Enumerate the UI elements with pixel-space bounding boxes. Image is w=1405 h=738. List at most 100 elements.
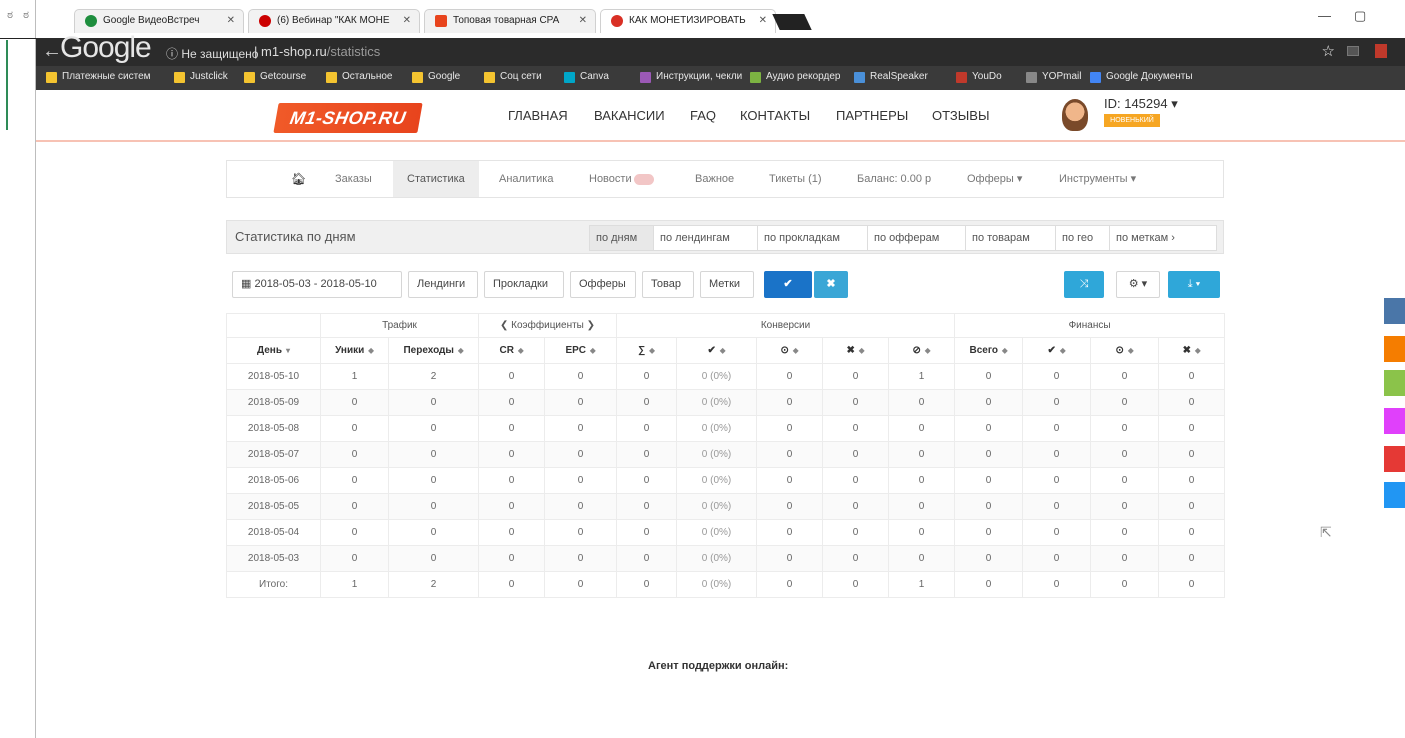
group-by-tags[interactable]: по меткам › — [1110, 226, 1216, 250]
download-dropdown[interactable]: ⤓ ▾ — [1168, 271, 1220, 298]
column-header[interactable]: День ▾ — [226, 337, 321, 364]
tab-orders[interactable]: Заказы — [335, 161, 372, 197]
restore-icon[interactable]: ▢ — [1354, 8, 1366, 24]
close-icon[interactable]: ✕ — [403, 10, 411, 32]
bookmark-item[interactable]: YOPmail — [1026, 71, 1081, 83]
group-by-offers[interactable]: по офферам — [868, 226, 966, 250]
close-icon[interactable]: ✕ — [227, 10, 235, 32]
minimize-icon[interactable]: — — [1318, 8, 1331, 23]
close-icon[interactable]: ✕ — [759, 10, 767, 32]
youtube-button[interactable] — [1384, 446, 1405, 472]
home-button[interactable]: 🏠︎ — [291, 161, 306, 197]
column-header[interactable]: Уники ⬥ — [320, 337, 389, 364]
bookmark-item[interactable]: Google Документы — [1090, 71, 1193, 83]
browser-tab[interactable]: Топовая товарная CPA ✕ — [424, 9, 596, 33]
bookmark-item[interactable]: Соц сети — [484, 71, 542, 83]
table-cell: 0 — [1022, 519, 1092, 546]
column-header[interactable]: ✖ ⬥ — [822, 337, 890, 364]
table-cell: 2 — [387, 571, 480, 598]
bookmark-item[interactable]: Google — [412, 71, 460, 83]
filter-prelandings-button[interactable]: Прокладки — [484, 271, 564, 298]
extension-icon[interactable] — [1347, 46, 1359, 56]
tab-balance[interactable]: Баланс: 0.00 р — [857, 161, 931, 197]
bookmark-item[interactable]: RealSpeaker — [854, 71, 928, 83]
column-header[interactable]: Всего ⬥ — [954, 337, 1024, 364]
security-status[interactable]: ⓘ Не защищено — [166, 45, 258, 62]
ok-button[interactable] — [1384, 336, 1405, 362]
table-row: 2018-05-10 1 2 0 0 0 0 (0%) 0 0 1 0 0 0 0 — [226, 363, 1226, 390]
column-header[interactable]: Переходы ⬥ — [387, 337, 480, 364]
shuffle-button[interactable]: ⤨ — [1064, 271, 1104, 298]
browser-tab[interactable]: (6) Вебинар "КАК МОНЕ ✕ — [248, 9, 420, 33]
bookmarks-bar: Платежные систем Justclick Getcourse Осталь… — [36, 66, 1405, 90]
tab-offers[interactable]: Офферы ▾ — [967, 161, 1022, 197]
column-header[interactable]: ✖ ⬥ — [1158, 337, 1226, 364]
settings-dropdown[interactable]: ⚙ ▾ — [1116, 271, 1160, 298]
filter-product-button[interactable]: Товар — [642, 271, 694, 298]
column-header[interactable]: ⊘ ⬥ — [888, 337, 956, 364]
nav-contacts[interactable]: КОНТАКТЫ — [740, 108, 810, 123]
nav-reviews[interactable]: ОТЗЫВЫ — [932, 108, 989, 123]
bookmark-item[interactable]: Остальное — [326, 71, 393, 83]
table-cell: 0 — [822, 389, 890, 416]
filter-tags-button[interactable]: Метки — [700, 271, 754, 298]
telegram-button[interactable] — [1384, 482, 1405, 508]
tab-tickets[interactable]: Тикеты (1) — [769, 161, 822, 197]
extension-icon-2[interactable] — [1375, 44, 1387, 58]
avatar[interactable] — [1062, 99, 1088, 131]
group-finance: Финансы — [954, 313, 1226, 338]
column-header[interactable]: ⊙ ⬥ — [756, 337, 824, 364]
bookmark-item[interactable]: Canva — [564, 71, 609, 83]
tab-news[interactable]: Новости — [589, 161, 654, 197]
table-cell: 0 (0%) — [676, 571, 758, 598]
vk-button[interactable] — [1384, 298, 1405, 324]
column-header[interactable]: ∑ ⬥ — [616, 337, 678, 364]
group-by-prelandings[interactable]: по прокладкам — [758, 226, 868, 250]
group-by-days[interactable]: по дням — [590, 226, 654, 250]
tab-statistics[interactable]: Статистика — [393, 161, 479, 197]
site-logo[interactable]: M1-SHOP.RU — [273, 103, 423, 133]
bookmark-item[interactable]: Justclick — [174, 71, 228, 83]
filter-landings-button[interactable]: Лендинги — [408, 271, 478, 298]
column-header[interactable]: ✔ ⬥ — [676, 337, 758, 364]
nav-partners[interactable]: ПАРТНЕРЫ — [836, 108, 908, 123]
tab-analytics[interactable]: Аналитика — [499, 161, 553, 197]
nav-home[interactable]: ГЛАВНАЯ — [508, 108, 568, 123]
tab-tools[interactable]: Инструменты ▾ — [1059, 161, 1136, 197]
nav-faq[interactable]: FAQ — [690, 108, 716, 123]
group-by-products[interactable]: по товарам — [966, 226, 1056, 250]
filter-offers-button[interactable]: Офферы — [570, 271, 636, 298]
browser-tab[interactable]: Google ВидеоВстреч ✕ — [74, 9, 244, 33]
new-tab-button[interactable] — [772, 14, 812, 30]
table-row: 2018-05-06 0 0 0 0 0 0 (0%) 0 0 0 0 0 0 0 — [226, 467, 1226, 494]
youtube-favicon-icon — [259, 15, 271, 27]
bookmark-star-icon[interactable]: ☆ — [1322, 42, 1335, 60]
user-id-menu[interactable]: ID: 145294 ▾ — [1104, 96, 1178, 112]
url-text[interactable]: | m1-shop.ru/statistics — [254, 44, 380, 59]
close-icon[interactable]: ✕ — [579, 10, 587, 32]
back-arrow-icon[interactable]: ← — [42, 40, 62, 63]
column-header[interactable]: ⊙ ⬥ — [1090, 337, 1160, 364]
group-coeffs[interactable]: ❮ Коэффициенты ❯ — [478, 313, 618, 338]
column-header[interactable]: CR ⬥ — [478, 337, 546, 364]
bookmark-item[interactable]: Аудио рекордер — [750, 71, 840, 83]
bookmark-item[interactable]: Getcourse — [244, 71, 306, 83]
sort-icon: ⬥ — [1001, 346, 1008, 355]
star-button[interactable] — [1384, 408, 1405, 434]
table-cell: 0 — [888, 545, 956, 572]
group-by-geo[interactable]: по гео — [1056, 226, 1110, 250]
nav-vacancies[interactable]: ВАКАНСИИ — [594, 108, 665, 123]
browser-tab-active[interactable]: КАК МОНЕТИЗИРОВАТЬ ✕ — [600, 9, 776, 33]
apply-filter-button[interactable]: ✔ — [764, 271, 812, 298]
tab-important[interactable]: Важное — [695, 161, 734, 197]
reset-filter-button[interactable]: ✖ — [814, 271, 848, 298]
stats-table: Трафик ❮ Коэффициенты ❯ Конверсии Финанс… — [226, 313, 1226, 598]
date-range-picker[interactable]: ▦ 2018-05-03 - 2018-05-10 — [232, 271, 402, 298]
share-button[interactable] — [1384, 370, 1405, 396]
bookmark-item[interactable]: YouDo — [956, 71, 1002, 83]
group-by-landings[interactable]: по лендингам — [654, 226, 758, 250]
bookmark-item[interactable]: Платежные систем — [46, 71, 151, 83]
column-header[interactable]: ✔ ⬥ — [1022, 337, 1092, 364]
bookmark-item[interactable]: Инструкции, чекли — [640, 71, 742, 83]
column-header[interactable]: EPC ⬥ — [544, 337, 618, 364]
